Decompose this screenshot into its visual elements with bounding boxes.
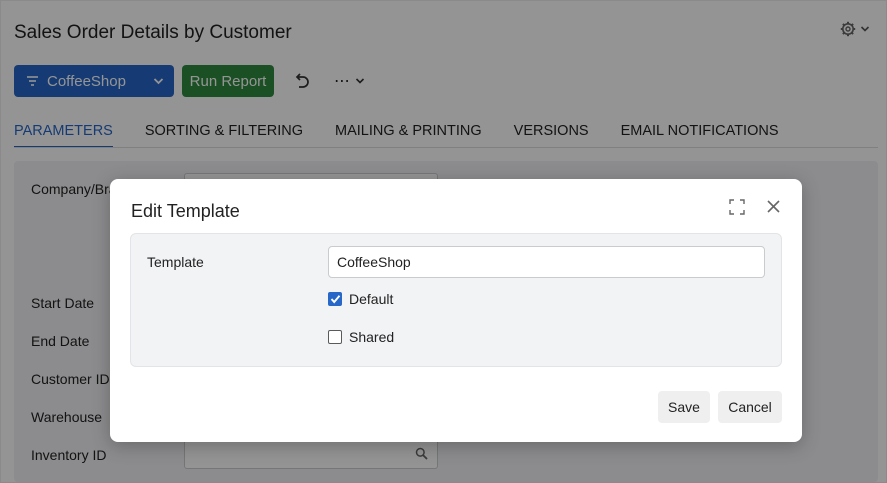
shared-checkbox-row[interactable]: Shared: [328, 329, 394, 345]
default-checkbox[interactable]: [328, 292, 342, 306]
save-button[interactable]: Save: [658, 391, 710, 423]
report-window: Sales Order Details by Customer CoffeeSh…: [0, 0, 887, 483]
maximize-icon[interactable]: [729, 199, 745, 220]
template-name-input[interactable]: [328, 246, 765, 278]
default-checkbox-row[interactable]: Default: [328, 291, 393, 307]
shared-checkbox[interactable]: [328, 330, 342, 344]
edit-template-dialog: Edit Template Template CoffeeShop Defaul…: [110, 179, 802, 442]
default-checkbox-label: Default: [349, 291, 394, 307]
dialog-title: Edit Template: [131, 201, 240, 221]
close-icon[interactable]: [766, 199, 781, 219]
check-icon: [330, 295, 340, 304]
template-label: Template: [147, 254, 204, 270]
shared-checkbox-label: Shared: [349, 329, 395, 345]
cancel-button[interactable]: Cancel: [718, 391, 782, 423]
dialog-body: Template Default Shared: [130, 233, 782, 367]
